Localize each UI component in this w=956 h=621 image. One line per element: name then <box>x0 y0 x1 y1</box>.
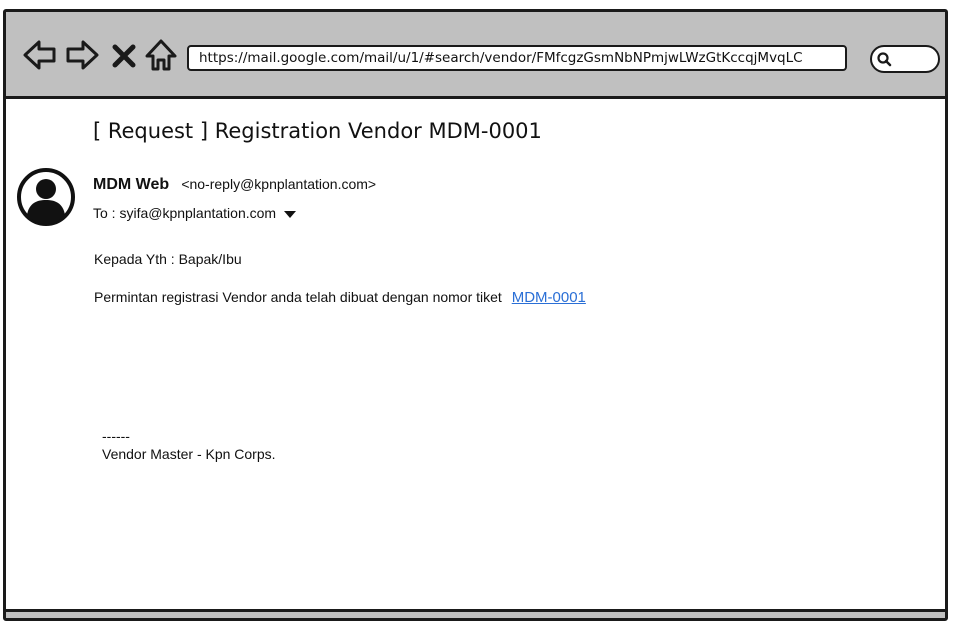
search-icon <box>877 52 892 67</box>
browser-toolbar: https://mail.google.com/mail/u/1/#search… <box>6 12 945 99</box>
email-greeting: Kepada Yth : Bapak/Ibu <box>94 251 242 267</box>
recipient-text: To : syifa@kpnplantation.com <box>93 205 277 221</box>
email-message: Permintan registrasi Vendor anda telah d… <box>94 289 586 306</box>
email-subject: [ Request ] Registration Vendor MDM-0001 <box>93 119 542 143</box>
sender: MDM Web <no-reply@kpnplantation.com> <box>93 176 376 194</box>
avatar <box>16 167 76 227</box>
recipient-line[interactable]: To : syifa@kpnplantation.com <box>93 205 296 221</box>
browser-window: https://mail.google.com/mail/u/1/#search… <box>3 9 948 621</box>
caret-down-icon[interactable] <box>283 210 296 218</box>
url-text: https://mail.google.com/mail/u/1/#search… <box>199 50 803 66</box>
address-bar[interactable]: https://mail.google.com/mail/u/1/#search… <box>187 45 847 71</box>
sender-name: MDM Web <box>93 176 170 193</box>
forward-arrow-icon[interactable] <box>64 37 100 73</box>
user-avatar-icon <box>17 168 75 226</box>
home-icon[interactable] <box>143 37 179 73</box>
email-view: [ Request ] Registration Vendor MDM-0001… <box>6 99 945 618</box>
back-arrow-icon[interactable] <box>22 37 58 73</box>
signature-separator: ------ <box>102 428 130 444</box>
message-text: Permintan registrasi Vendor anda telah d… <box>94 289 502 305</box>
status-bar <box>6 609 945 618</box>
browser-search-input[interactable] <box>870 45 940 73</box>
stop-icon[interactable] <box>110 37 138 73</box>
signature: Vendor Master - Kpn Corps. <box>102 446 276 462</box>
sender-email: <no-reply@kpnplantation.com> <box>181 176 377 192</box>
ticket-link[interactable]: MDM-0001 <box>512 289 586 306</box>
